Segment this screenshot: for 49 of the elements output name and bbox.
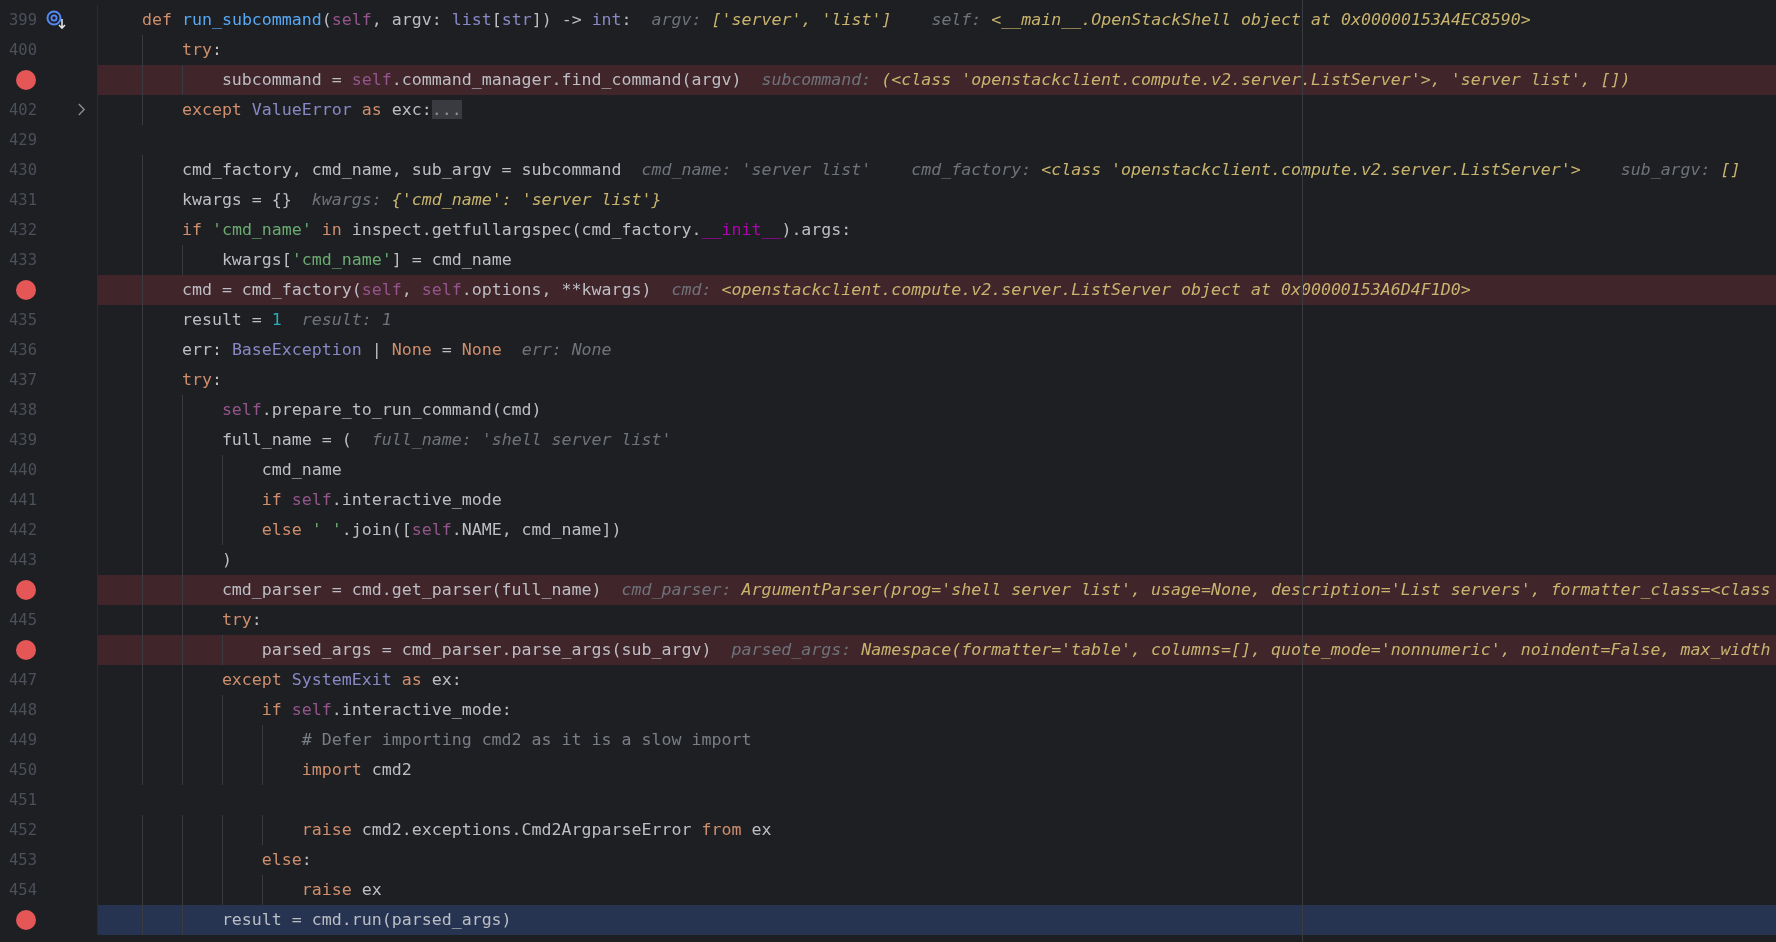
code-line: if self.interactive_mode <box>260 489 502 511</box>
code-line: full_name = ( <box>220 429 352 451</box>
code-line: result = 1 <box>180 309 282 331</box>
code-line: cmd = cmd_factory(self, self.options, **kwargs) <box>180 279 652 301</box>
breakpoint-icon[interactable] <box>16 70 36 90</box>
inline-value-hint: self: <__main__.OpenStackShell object at 0x00000153A4EC8590> <box>931 9 1531 31</box>
code-line: kwargs = {} <box>180 189 292 211</box>
code-line: raise ex <box>300 879 382 901</box>
breakpoint-icon[interactable] <box>16 580 36 600</box>
inline-value-hint: cmd_factory: <class 'openstackclient.compute.v2.server.ListServer'> <box>911 159 1581 181</box>
code-line: subcommand = self.command_manager.find_command(argv) <box>220 69 742 91</box>
code-line: import cmd2 <box>300 759 412 781</box>
breakpoint-icon[interactable] <box>16 910 36 930</box>
code-line: self.prepare_to_run_command(cmd) <box>220 399 542 421</box>
code-line: if self.interactive_mode: <box>260 699 512 721</box>
inline-value-hint: cmd_name: 'server list' <box>641 159 872 181</box>
inline-value-hint: sub_argv: [] <box>1620 159 1741 181</box>
inline-value-hint: err: None <box>521 339 612 361</box>
code-line: def run_subcommand(self, argv: list[str]) -> int: <box>140 9 632 31</box>
code-line: cmd_parser = cmd.get_parser(full_name) <box>220 579 602 601</box>
step-into-icon[interactable] <box>46 10 68 30</box>
code-line: parsed_args = cmd_parser.parse_args(sub_argv) <box>260 639 712 661</box>
inline-value-hint: result: 1 <box>301 309 392 331</box>
code-line: if 'cmd_name' in inspect.getfullargspec(cmd_factory.__init__).args: <box>180 219 852 241</box>
breakpoint-icon[interactable] <box>16 280 36 300</box>
code-line: cmd_factory, cmd_name, sub_argv = subcommand <box>180 159 622 181</box>
code-line: result = cmd.run(parsed_args) <box>220 909 512 931</box>
inline-value-hint: kwargs: {'cmd_name': 'server list'} <box>311 189 662 211</box>
code-line: # Defer importing cmd2 as it is a slow import <box>300 729 752 751</box>
inline-value-hint: cmd: <openstackclient.compute.v2.server.ListServer object at 0x00000153A6D4F1D0> <box>671 279 1471 301</box>
code-line: try: <box>180 39 222 61</box>
code-line: cmd_name <box>260 459 342 481</box>
code-line: try: <box>220 609 262 631</box>
inline-value-hint: subcommand: (<class 'openstackclient.compute.v2.server.ListServer'>, 'server list', []) <box>761 69 1631 91</box>
code-line: try: <box>180 369 222 391</box>
code-line: except ValueError as exc:... <box>180 99 462 121</box>
breakpoint-icon[interactable] <box>16 640 36 660</box>
inline-value-hint: argv: ['server', 'list'] <box>651 9 892 31</box>
code-line: except SystemExit as ex: <box>220 669 462 691</box>
code-line: else ' '.join([self.NAME, cmd_name]) <box>260 519 622 541</box>
inline-value-hint: parsed_args: Namespace(formatter='table', columns=[], quote_mode='nonnumeric', noindent=False, max_width <box>731 639 1771 661</box>
code-line: err: BaseException | None = None <box>180 339 502 361</box>
code-line: raise cmd2.exceptions.Cmd2ArgparseError from ex <box>300 819 772 841</box>
inline-value-hint: cmd_parser: ArgumentParser(prog='shell server list', usage=None, description='List servers', formatter_class=<class <box>621 579 1771 601</box>
code-line: else: <box>260 849 312 871</box>
code-line: ) <box>220 549 232 571</box>
inline-value-hint: full_name: 'shell server list' <box>371 429 672 451</box>
code-line: kwargs['cmd_name'] = cmd_name <box>220 249 512 271</box>
expand-chevron-icon[interactable] <box>77 103 86 116</box>
